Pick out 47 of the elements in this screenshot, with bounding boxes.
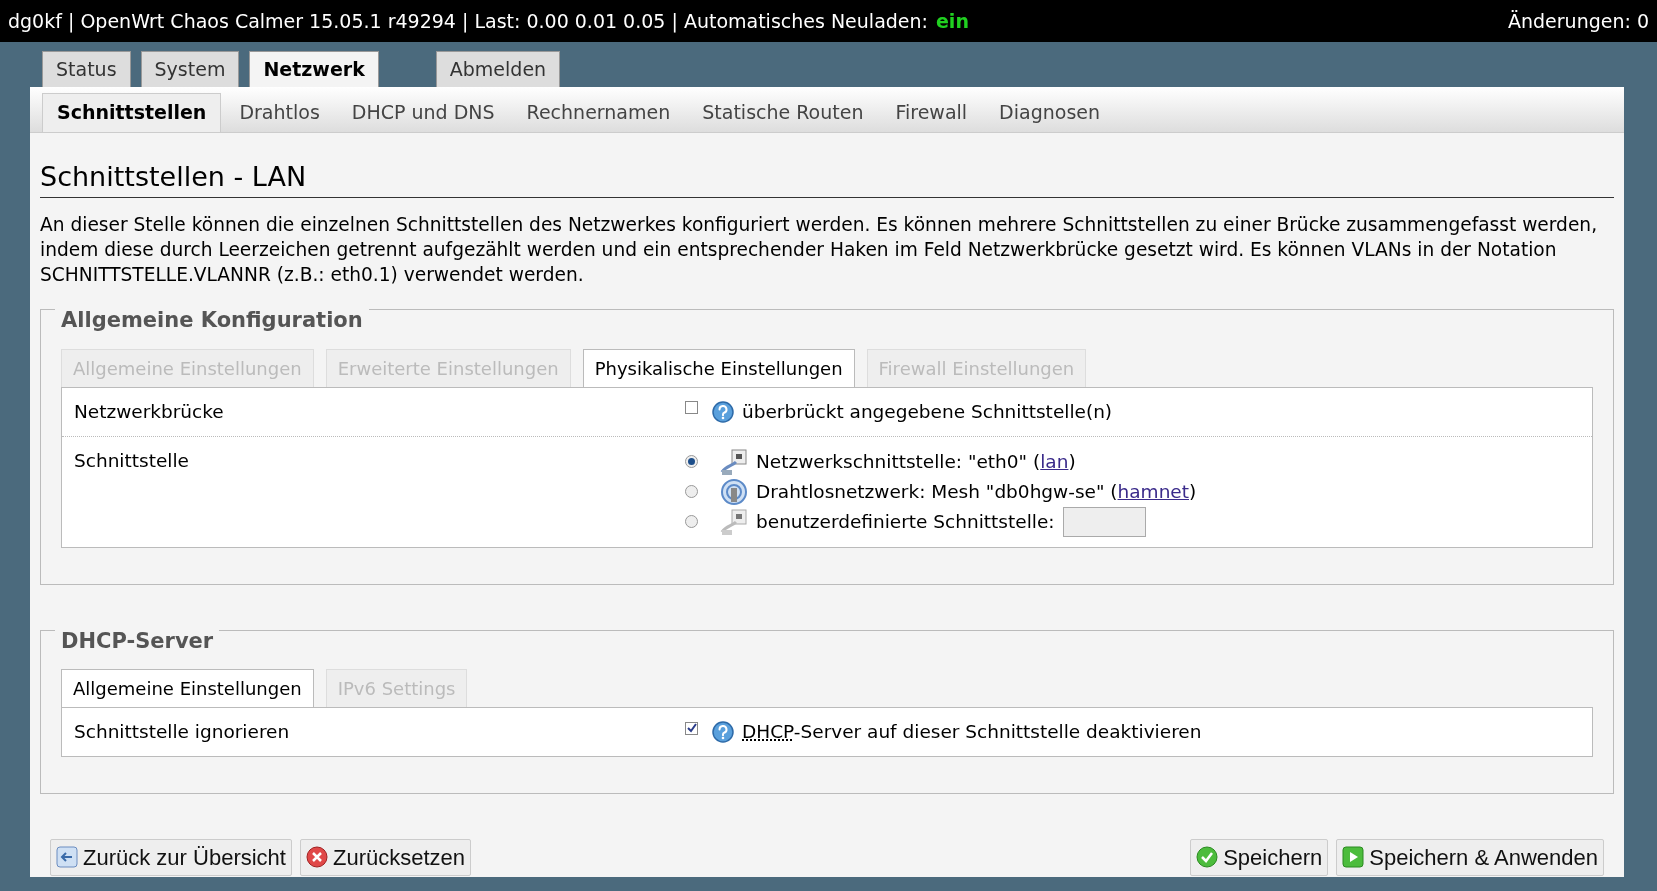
status-info-text: dg0kf | OpenWrt Chaos Calmer 15.05.1 r49294 | Last: 0.00 0.01 0.05 | Automatisches Neuladen: (8, 8, 928, 35)
radio-button[interactable] (685, 515, 698, 529)
option-description: überbrückt angegebene Schnittstelle(n) (742, 399, 1113, 424)
sub-tab[interactable]: Drahtlos (225, 93, 334, 132)
sub-tab[interactable]: DHCP und DNS (337, 93, 509, 132)
apply-button[interactable]: Speichern & Anwenden (1336, 838, 1604, 876)
network-link[interactable]: hamnet (1117, 480, 1189, 502)
wireless-antenna-icon (720, 477, 748, 506)
field-label: Schnittstelle ignorieren (74, 720, 291, 745)
autoreload-status: ein (936, 8, 969, 34)
option-description: DHCP-Server auf dieser Schnittstelle deaktivieren (742, 720, 1202, 745)
sub-tab[interactable]: Diagnosen (985, 93, 1115, 132)
network-port-icon (720, 447, 748, 476)
sub-tab[interactable]: Firewall (881, 93, 982, 132)
play-icon (1342, 846, 1365, 869)
save-button[interactable]: Speichern (1190, 838, 1329, 876)
check-icon (686, 723, 697, 733)
radio-button[interactable] (685, 455, 698, 469)
check-icon (1196, 846, 1219, 869)
menu-tab[interactable]: System (140, 51, 240, 87)
page-title: Schnittstellen - LAN (40, 161, 1614, 199)
help-icon (712, 721, 734, 743)
checkbox[interactable] (685, 721, 698, 735)
checkbox[interactable] (685, 401, 698, 415)
field-label: Schnittstelle (74, 448, 190, 473)
menu-tab[interactable]: Netzwerk (249, 51, 379, 87)
help-icon (712, 400, 734, 423)
option-label: Drahtlosnetzwerk: Mesh "db0hgw-se" (hamnet) (756, 479, 1197, 504)
reset-button[interactable]: Zurücksetzen (299, 838, 471, 876)
sub-tab[interactable]: Statische Routen (688, 93, 878, 132)
network-port-icon (720, 507, 748, 536)
changes-counter[interactable]: Änderungen: 0 (1508, 6, 1649, 36)
field-label: Netzwerkbrücke (74, 399, 225, 424)
back-button[interactable]: Zurück zur Übersicht (50, 838, 292, 876)
option-label: benutzerdefinierte Schnittstelle: (756, 509, 1055, 534)
sub-tab[interactable]: Rechnernamen (512, 93, 685, 132)
logout-tab[interactable]: Abmelden (435, 51, 561, 87)
page-description: An dieser Stelle können die einzelnen Schnittstellen des Netzwerkes konfiguriert werden. Es können mehrere Schnittstellen zu einer Brücke zusammengefasst werden, indem diese durch Leerzeichen getrennt aufgezählt werden und ein entsprechender Haken im Feld Netzwerkbrücke gesetzt wird. Es können VLANs in der Notation SCHNITTSTELLE.VLANNR (z.B.: eth0.1) verwendet werden. (40, 213, 1599, 288)
radio-button[interactable] (685, 485, 698, 499)
option-label: Netzwerkschnittstelle: "eth0" (lan) (756, 449, 1076, 474)
close-icon (305, 846, 328, 869)
settings-tab[interactable]: Physikalische Einstellungen (582, 348, 855, 387)
settings-tab[interactable]: Allgemeine Einstellungen (61, 669, 314, 708)
custom-interface-field[interactable] (1062, 506, 1146, 537)
menu-tab[interactable]: Status (42, 51, 131, 87)
sub-tab[interactable]: Schnittstellen (42, 92, 222, 132)
network-link[interactable]: lan (1040, 450, 1069, 472)
